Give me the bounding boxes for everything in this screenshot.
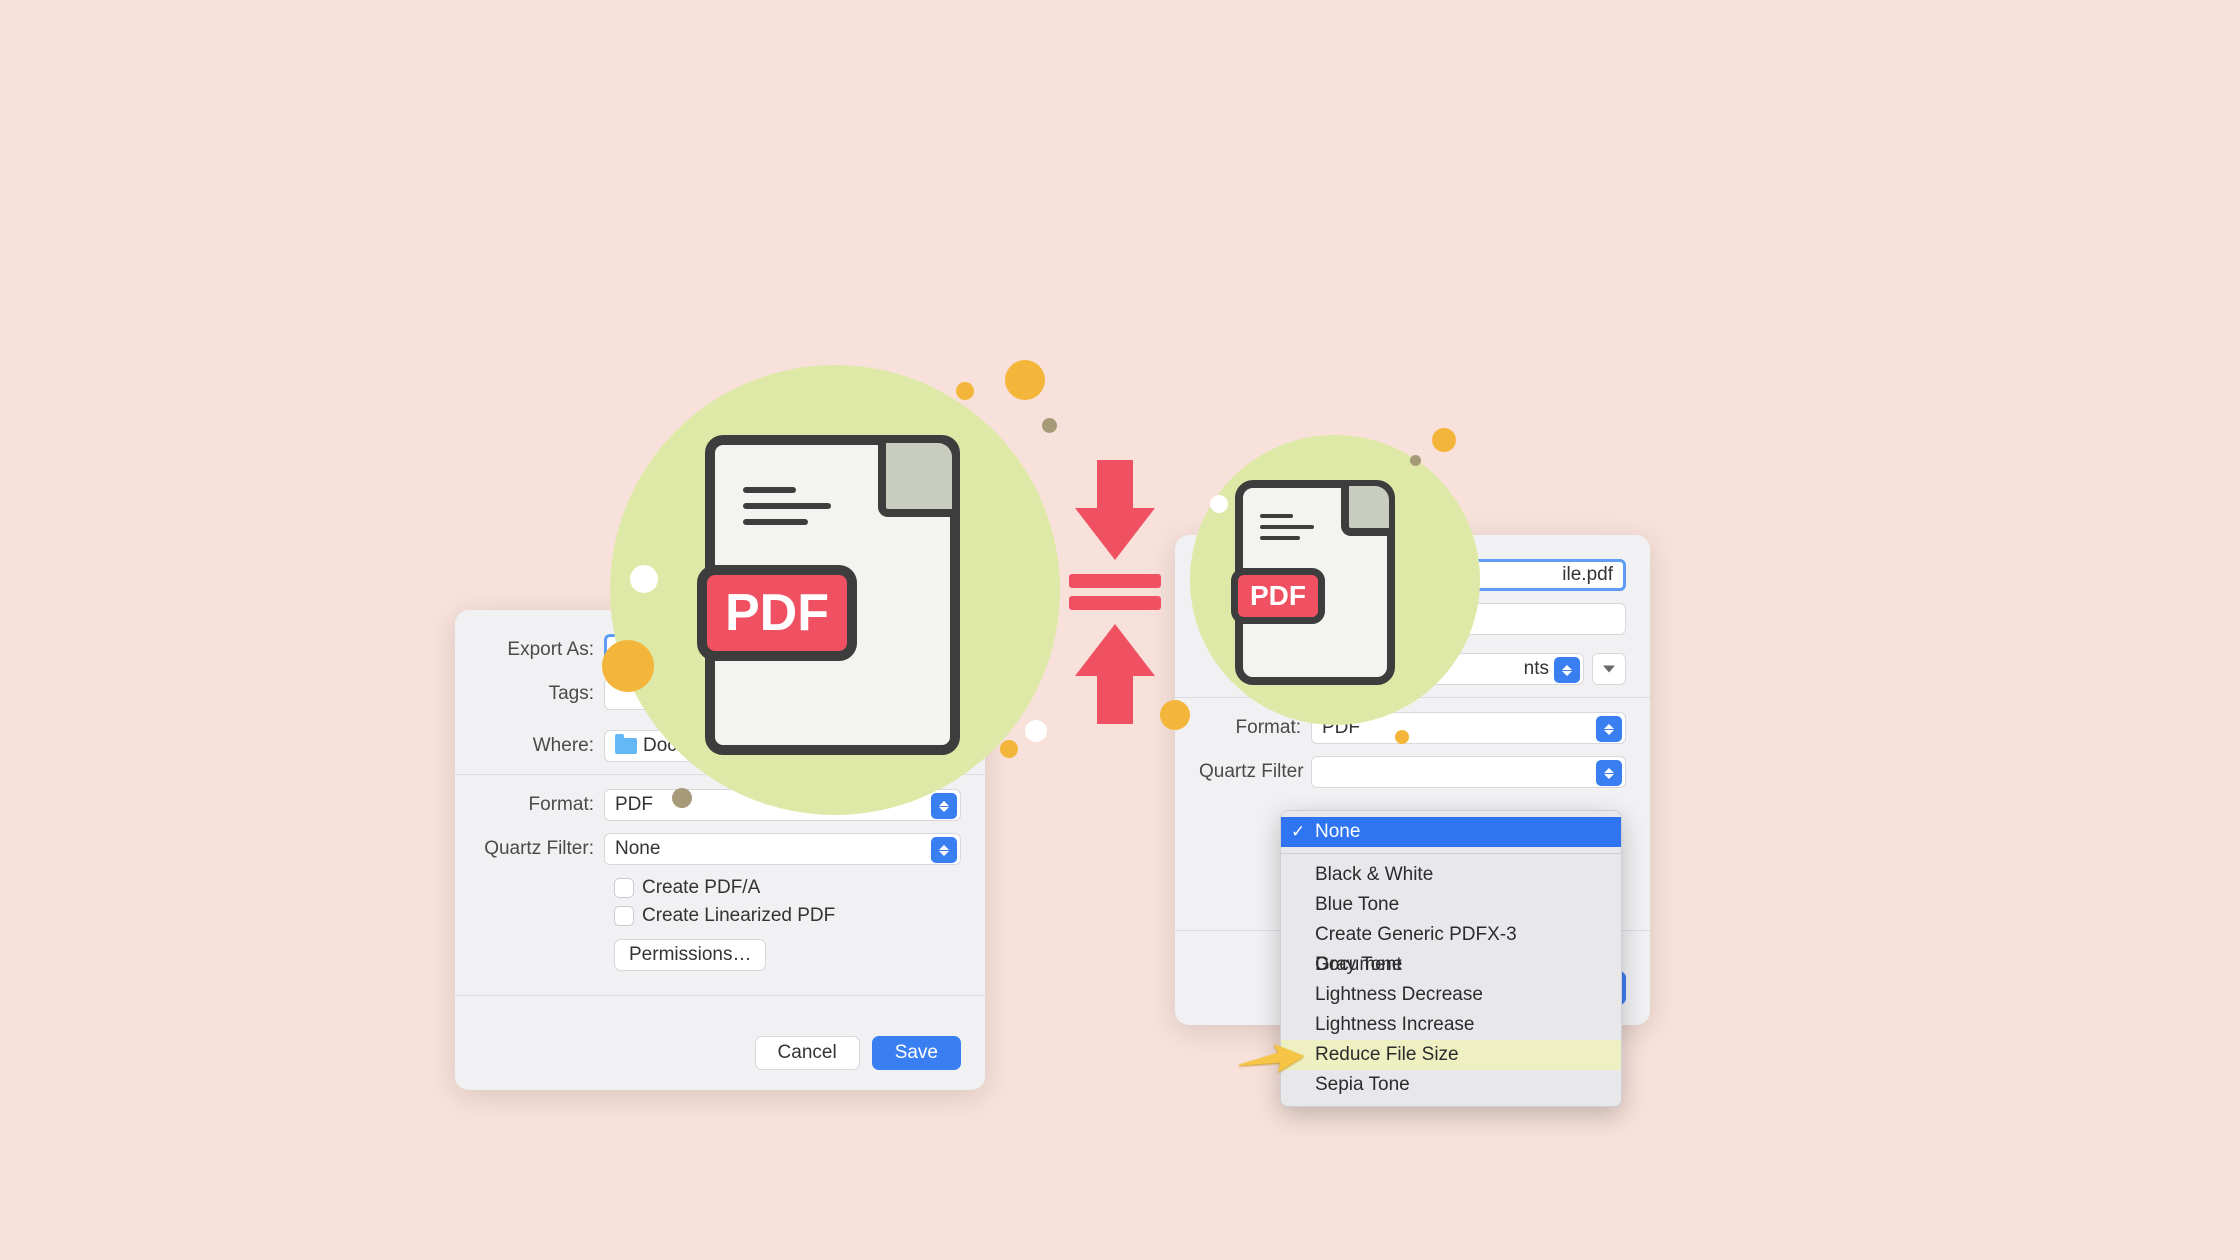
folder-icon	[615, 738, 637, 754]
quartz-filter-menu: None Black & WhiteBlue ToneCreate Generi…	[1280, 810, 1622, 1107]
dot-icon	[1395, 730, 1409, 744]
expand-button[interactable]	[1592, 653, 1626, 685]
dot-icon	[1410, 455, 1421, 466]
tags-label: Tags:	[479, 683, 604, 705]
chevrons-icon	[1596, 716, 1622, 742]
dot-icon	[1005, 360, 1045, 400]
dot-icon	[1432, 428, 1456, 452]
menu-item[interactable]: Reduce File Size	[1281, 1040, 1621, 1070]
menu-item[interactable]: Lightness Increase	[1281, 1010, 1621, 1040]
pdf-small-icon: PDF	[1235, 480, 1395, 685]
create-linearized-checkbox[interactable]	[614, 906, 634, 926]
dot-icon	[1042, 418, 1057, 433]
filter-value: None	[615, 838, 660, 860]
dot-icon	[672, 788, 692, 808]
dot-icon	[1025, 720, 1047, 742]
filter-label-right: Quartz Filter	[1199, 761, 1311, 783]
chevrons-icon	[1596, 760, 1622, 786]
menu-item[interactable]: Sepia Tone	[1281, 1070, 1621, 1100]
menu-item[interactable]: Blue Tone	[1281, 890, 1621, 920]
dot-icon	[1000, 740, 1018, 758]
format-label-right: Format:	[1199, 717, 1311, 739]
permissions-button[interactable]: Permissions…	[614, 939, 766, 971]
compress-icon	[1055, 450, 1175, 736]
chevrons-icon	[1554, 657, 1580, 683]
where-label: Where:	[479, 735, 604, 757]
menu-item[interactable]: Lightness Decrease	[1281, 980, 1621, 1010]
menu-item[interactable]: Gray Tone	[1281, 950, 1621, 980]
create-linearized-label: Create Linearized PDF	[642, 905, 835, 927]
export-as-label: Export As:	[479, 639, 604, 661]
dot-icon	[602, 640, 654, 692]
menu-item[interactable]: Black & White	[1281, 860, 1621, 890]
where-value-partial: nts	[1524, 658, 1549, 680]
chevrons-icon	[931, 793, 957, 819]
create-pdfa-checkbox[interactable]	[614, 878, 634, 898]
format-value: PDF	[615, 794, 653, 816]
dot-icon	[956, 382, 974, 400]
dot-icon	[630, 565, 658, 593]
menu-item-none[interactable]: None	[1281, 817, 1621, 847]
create-pdfa-label: Create PDF/A	[642, 877, 760, 899]
pointer-arrow-icon	[1235, 1035, 1305, 1077]
quartz-filter-select[interactable]: None	[604, 833, 961, 865]
quartz-filter-select-right[interactable]	[1311, 756, 1626, 788]
dot-icon	[1160, 700, 1190, 730]
chevrons-icon	[931, 837, 957, 863]
pdf-big-icon: PDF	[705, 435, 960, 755]
cancel-button[interactable]: Cancel	[755, 1036, 860, 1070]
dot-icon	[1210, 495, 1228, 513]
chevron-down-icon	[1603, 666, 1615, 673]
filter-label: Quartz Filter:	[479, 838, 604, 860]
pdf-badge-big: PDF	[697, 565, 857, 661]
menu-item[interactable]: Create Generic PDFX-3 Document	[1281, 920, 1621, 950]
save-button[interactable]: Save	[872, 1036, 961, 1070]
pdf-badge-small: PDF	[1231, 568, 1325, 624]
format-label: Format:	[479, 794, 604, 816]
